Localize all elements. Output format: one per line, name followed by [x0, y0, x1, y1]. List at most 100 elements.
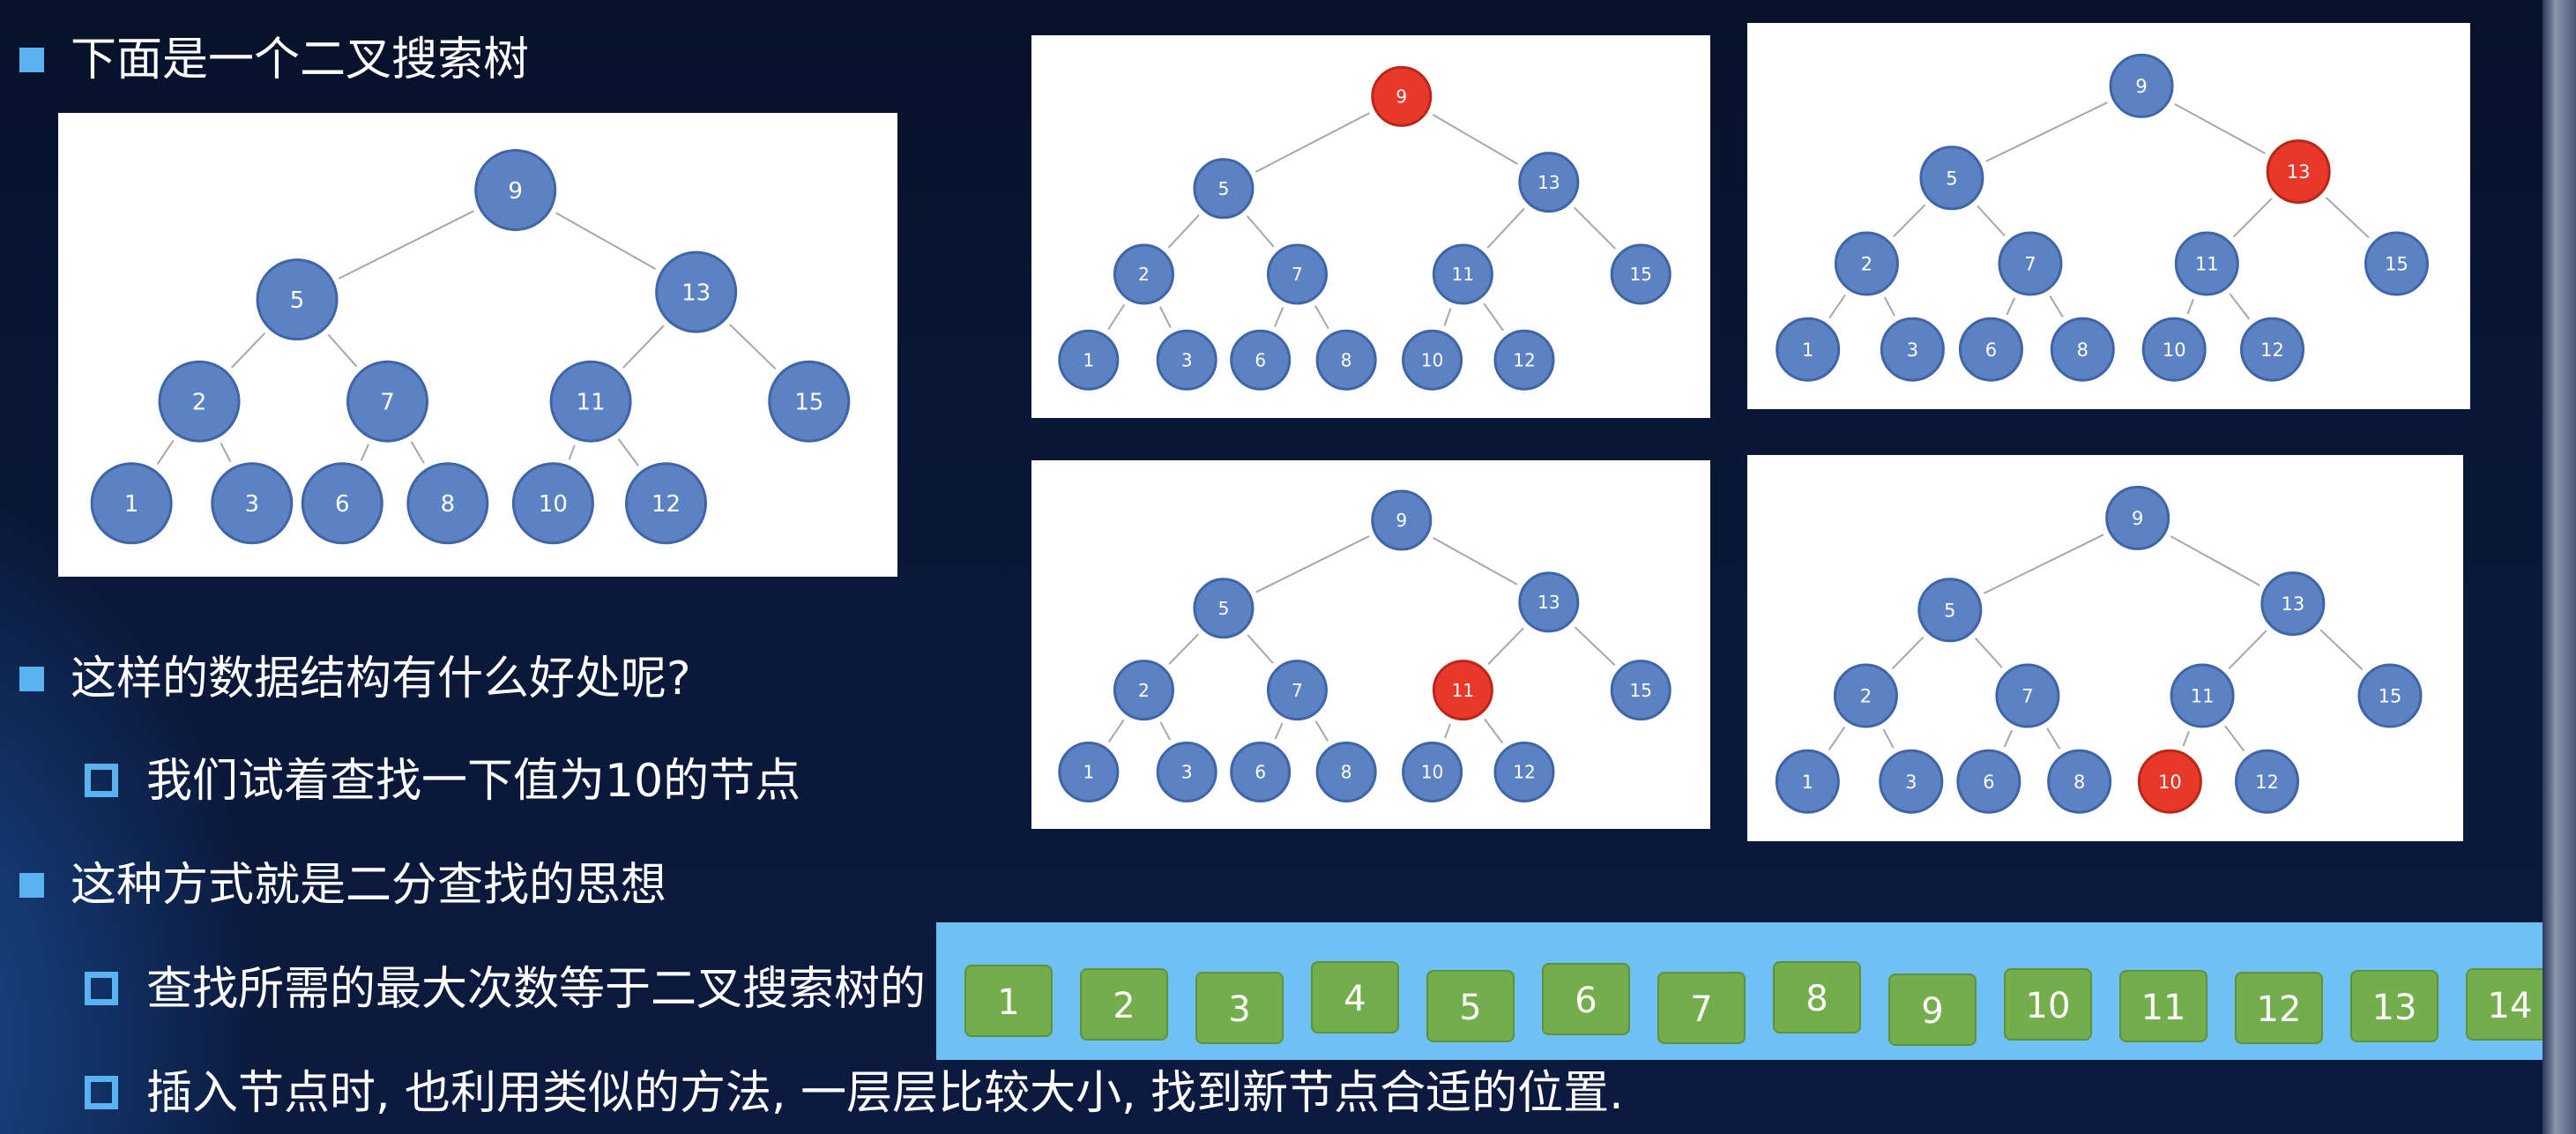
tree-node-15: 15 — [768, 360, 851, 443]
tree-edge — [1893, 204, 1926, 238]
tree-edge — [2170, 535, 2260, 586]
tree-node-13: 13 — [2266, 139, 2331, 205]
tree-node-3: 3 — [1880, 317, 1945, 382]
node-label: 11 — [2191, 686, 2215, 707]
node-label: 10 — [1421, 349, 1443, 370]
node-label: 6 — [1985, 339, 1997, 361]
tree-node-10: 10 — [2141, 317, 2207, 382]
tree-node-1: 1 — [1776, 317, 1841, 382]
tree-node-13: 13 — [1518, 152, 1580, 213]
node-label: 13 — [2287, 161, 2311, 183]
tree-edge — [327, 333, 358, 368]
node-label: 15 — [794, 390, 823, 416]
tree-node-15: 15 — [1610, 243, 1671, 305]
tree-node-8: 8 — [2047, 749, 2112, 814]
node-label: 12 — [1513, 349, 1535, 370]
tree-edge — [2325, 197, 2370, 239]
array-cell-4: 4 — [1311, 961, 1399, 1033]
array-cell-11: 11 — [2119, 970, 2207, 1042]
tree-diagram: 95 132 7 11 151 3 6 8 10 12 — [1775, 485, 2423, 814]
tree-edge — [360, 444, 369, 461]
node-label: 10 — [2163, 339, 2186, 361]
tree-edge — [1247, 634, 1274, 664]
array-cell-7: 7 — [1657, 972, 1746, 1044]
tree-edge — [2319, 629, 2364, 671]
tree-edge — [1486, 207, 1525, 249]
tree-edge — [568, 444, 576, 460]
hollow-square-icon — [85, 1076, 118, 1109]
tree-node-13: 13 — [2260, 571, 2326, 637]
tree-edge — [1977, 205, 2006, 236]
tree-node-2: 2 — [1113, 243, 1174, 305]
tree-edge — [231, 332, 266, 369]
array-cell-8: 8 — [1773, 961, 1861, 1033]
tree-edge — [1314, 305, 1329, 330]
tree-node-3: 3 — [1879, 749, 1944, 814]
tree-edge — [1255, 535, 1370, 593]
node-label: 5 — [290, 287, 305, 314]
node-label: 5 — [1946, 168, 1957, 189]
tree-node-9: 9 — [1371, 489, 1433, 551]
tree-node-6: 6 — [1230, 329, 1292, 391]
node-label: 3 — [1181, 349, 1193, 370]
node-label: 7 — [2021, 686, 2033, 707]
node-label: 13 — [681, 280, 711, 306]
tree-node-12: 12 — [1493, 741, 1555, 802]
node-label: 5 — [1218, 178, 1230, 199]
tree-edge — [1574, 626, 1616, 666]
node-label: 12 — [651, 491, 681, 518]
tree-diagram: 95 132 7 11 151 3 6 8 10 12 — [1776, 53, 2429, 382]
tree-edge — [1444, 723, 1451, 739]
node-label: 6 — [1254, 349, 1266, 370]
tree-node-13: 13 — [1518, 571, 1580, 633]
tree-node-10: 10 — [511, 462, 594, 545]
node-label: 7 — [1292, 264, 1303, 285]
array-cell-6: 6 — [1542, 963, 1630, 1035]
tree-node-12: 12 — [2240, 317, 2304, 382]
array-cell-3: 3 — [1195, 972, 1284, 1044]
tree-node-8: 8 — [2050, 317, 2115, 382]
node-label: 7 — [1292, 680, 1303, 701]
node-label: 13 — [1537, 172, 1560, 193]
tree-edge — [2229, 293, 2251, 320]
tree-edge — [1828, 294, 1846, 319]
node-label: 9 — [1396, 510, 1407, 531]
node-label: 1 — [1083, 349, 1094, 370]
array-cell-2: 2 — [1080, 968, 1168, 1041]
tree-node-6: 6 — [1956, 749, 2021, 814]
node-label: 1 — [1802, 772, 1813, 793]
tree-edge — [338, 210, 474, 280]
tree-node-6: 6 — [1958, 317, 2023, 382]
node-label: 3 — [1907, 339, 1918, 361]
tree-edge — [1246, 215, 1275, 248]
tree-node-5: 5 — [256, 258, 339, 341]
tree-edge — [1432, 114, 1518, 165]
tree-edge — [1433, 537, 1518, 586]
tree-node-9: 9 — [2109, 53, 2174, 118]
bullet-text-1: 下面是一个二叉搜索树 — [71, 34, 530, 86]
tree-node-9: 9 — [2105, 485, 2170, 550]
main-tree-panel: 9 5 13 2 7 11 15 1 3 6 8 10 12 — [58, 113, 897, 577]
tree-edge — [1984, 533, 2104, 594]
tree-edge — [2006, 297, 2015, 316]
tree-node-1: 1 — [1058, 329, 1120, 391]
node-label: 5 — [1218, 598, 1230, 619]
tree-node-15: 15 — [2364, 231, 2429, 296]
array-cell-12: 12 — [2235, 972, 2323, 1044]
tree-edge — [1574, 206, 1616, 250]
tree-edge — [410, 441, 425, 464]
tree-node-2: 2 — [158, 360, 241, 443]
tree-node-7: 7 — [1998, 231, 2063, 296]
tree-node-2: 2 — [1833, 663, 1898, 728]
search-step-3-panel: 9 5 13 2 7 11 15 1 3 6 8 10 12 — [1031, 460, 1710, 829]
tree-node-6: 6 — [301, 462, 383, 545]
tree-diagram: 95 132 7 11 151 3 6 8 10 12 — [1058, 65, 1671, 391]
node-label: 9 — [508, 178, 523, 205]
node-label: 6 — [1983, 772, 1994, 793]
node-label: 10 — [539, 491, 568, 518]
tree-edge — [729, 324, 777, 370]
tree-node-13: 13 — [655, 250, 738, 333]
search-step-2-panel: 9 5 13 2 7 11 15 1 3 6 8 10 12 — [1747, 23, 2470, 409]
tree-edge — [1273, 307, 1284, 327]
tree-edge — [2003, 729, 2014, 748]
